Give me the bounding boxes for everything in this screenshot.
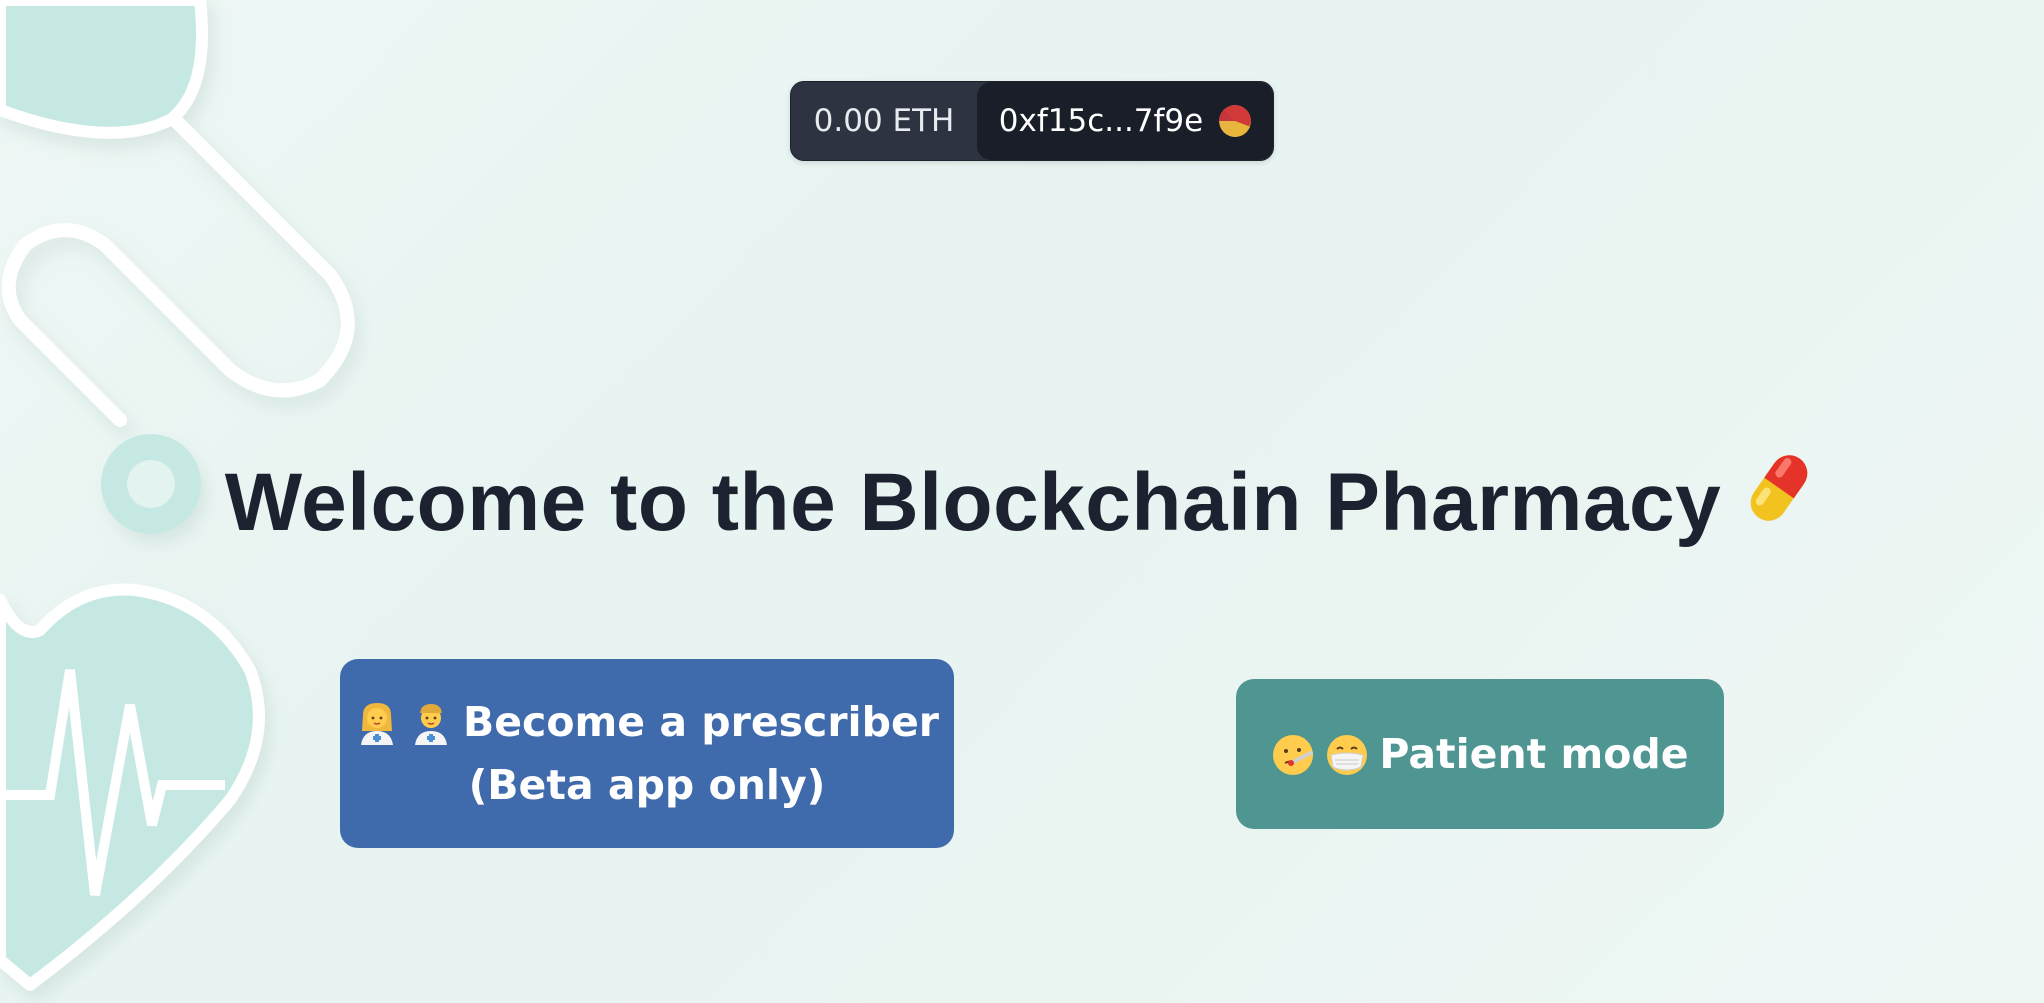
- wallet-connect: 0.00 ETH 0xf15c...7f9e: [790, 81, 1274, 161]
- pill-icon: [1739, 446, 1819, 556]
- prescriber-button-label: Become a prescriber: [462, 697, 939, 746]
- man-health-worker-icon: [409, 700, 453, 745]
- woman-health-worker-icon: [355, 700, 399, 745]
- page-title-text: Welcome to the Blockchain Pharmacy: [224, 457, 1722, 548]
- patient-button-label: Patient mode: [1379, 729, 1689, 778]
- account-avatar-icon: [1219, 105, 1252, 137]
- wallet-account-button[interactable]: 0xf15c...7f9e: [977, 82, 1273, 160]
- prescriber-button-line1: Become a prescriber: [355, 691, 939, 754]
- wallet-balance[interactable]: 0.00 ETH: [791, 82, 977, 160]
- face-with-thermometer-icon: [1271, 732, 1315, 776]
- patient-mode-button[interactable]: Patient mode: [1236, 679, 1724, 829]
- become-prescriber-button[interactable]: Become a prescriber (Beta app only): [340, 659, 954, 848]
- wallet-address: 0xf15c...7f9e: [998, 103, 1204, 139]
- face-with-medical-mask-icon: [1325, 732, 1369, 776]
- page-title: Welcome to the Blockchain Pharmacy: [0, 448, 2044, 558]
- patient-button-line: Patient mode: [1271, 723, 1689, 786]
- heart-icon: [0, 583, 265, 991]
- prescriber-button-note: (Beta app only): [468, 760, 826, 809]
